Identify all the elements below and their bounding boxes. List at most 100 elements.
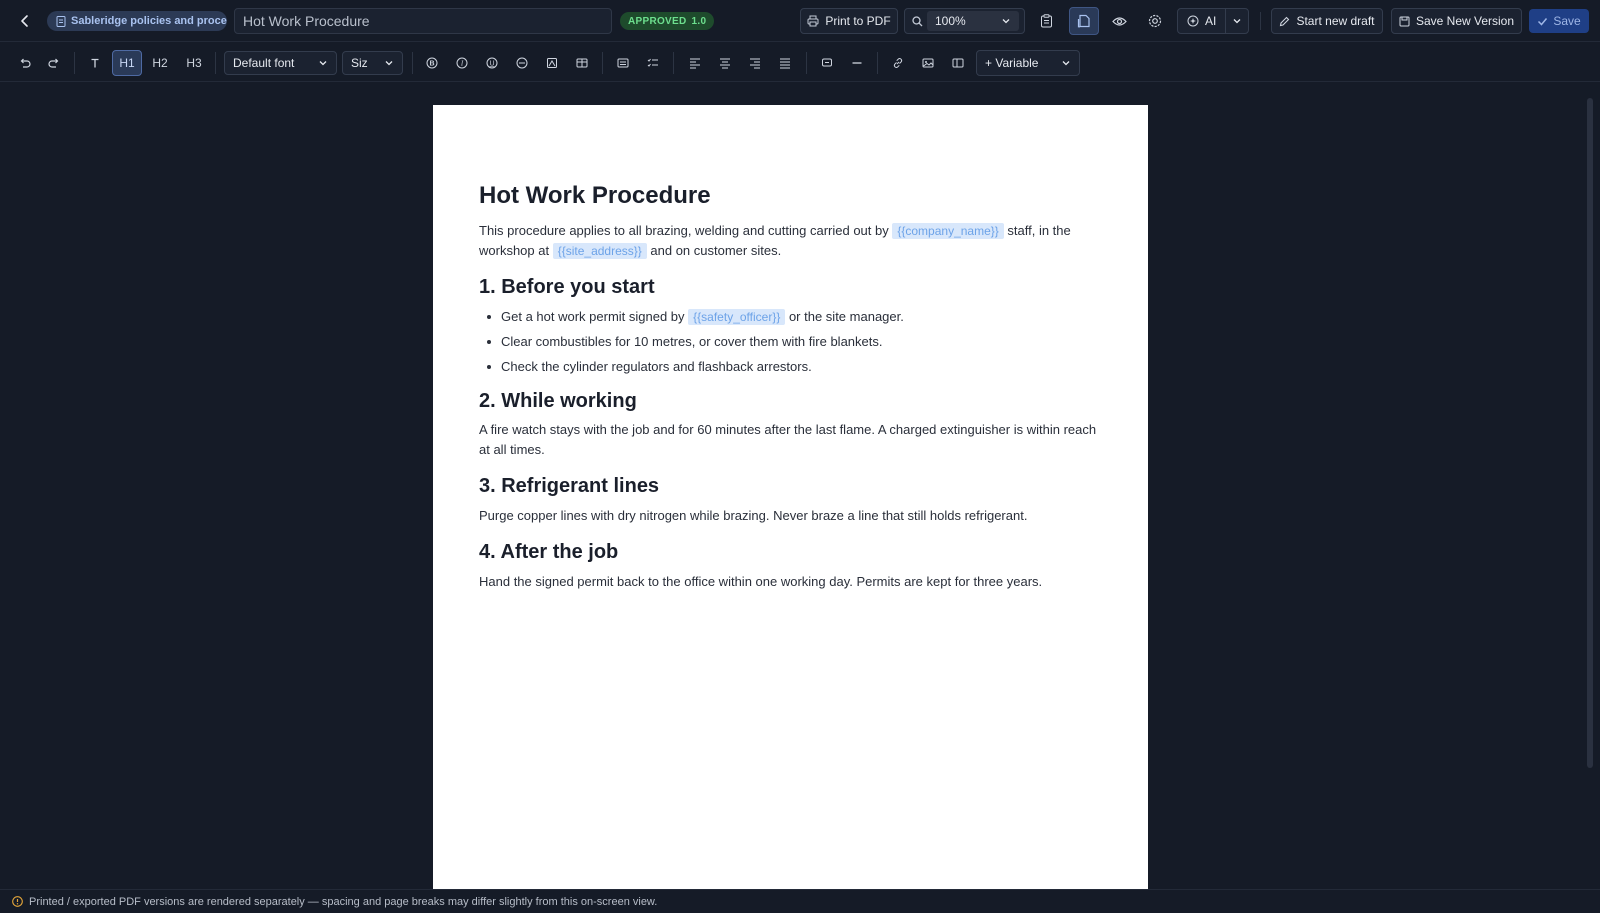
version-label: 1.0 [691, 15, 707, 27]
align-justify-button[interactable] [774, 52, 796, 74]
preview-button[interactable] [1106, 8, 1132, 34]
list-item-text: Clear combustibles for 10 metres, or cov… [501, 334, 883, 349]
list-item-text: Check the cylinder regulators and flashb… [501, 359, 812, 374]
save-new-version-button[interactable]: Save New Version [1391, 8, 1522, 34]
printer-icon [807, 15, 819, 27]
ai-label: AI [1205, 14, 1217, 28]
sparkle-icon [1187, 15, 1199, 27]
zoom-value: 100% [935, 14, 966, 28]
bold-button[interactable]: B [421, 52, 443, 74]
footer-notice: Printed / exported PDF versions are rend… [0, 889, 1600, 913]
image-button[interactable] [917, 52, 939, 74]
list-item-text: Get a hot work permit signed by [501, 309, 689, 324]
chevron-left-icon [18, 14, 32, 28]
align-center-icon [719, 57, 731, 69]
print-to-pdf-button[interactable]: Print to PDF [800, 8, 898, 34]
zoom-control: 100% [904, 8, 1025, 34]
font-value: Default font [233, 56, 295, 70]
strikethrough-button[interactable] [511, 52, 533, 74]
search-icon [912, 16, 923, 27]
section-paragraph: Hand the signed permit back to the offic… [479, 574, 1043, 589]
chevron-down-icon [1232, 16, 1242, 26]
save-button[interactable]: Save [1529, 9, 1589, 33]
bullet-list: Get a hot work permit signed by {{safety… [479, 307, 1109, 377]
heading-3-label: H3 [186, 56, 202, 70]
section-heading: 4. After the job [479, 541, 619, 563]
italic-icon: I [456, 57, 468, 69]
back-button[interactable] [15, 11, 35, 31]
comment-button[interactable] [816, 52, 838, 74]
start-new-draft-button[interactable]: Start new draft [1271, 8, 1383, 34]
divider [602, 52, 603, 74]
horizontal-rule-button[interactable] [846, 52, 868, 74]
highlight-button[interactable] [541, 52, 563, 74]
zoom-select[interactable]: 100% [927, 11, 1019, 31]
undo-button[interactable] [14, 52, 36, 74]
text-icon [89, 57, 101, 69]
columns-icon [952, 57, 964, 69]
save-new-version-label: Save New Version [1415, 14, 1515, 28]
highlight-icon [546, 57, 558, 69]
edit-mode-button[interactable] [1069, 7, 1099, 35]
settings-button[interactable] [1142, 8, 1168, 34]
align-right-button[interactable] [744, 52, 766, 74]
format-toolbar: H1 H2 H3 Default font Siz B I U + Variab… [0, 42, 1600, 82]
start-new-draft-label: Start new draft [1296, 14, 1375, 28]
align-left-icon [689, 57, 701, 69]
divider [673, 52, 674, 74]
document-page[interactable]: Hot Work Procedure This procedure applie… [433, 105, 1148, 889]
bullet-list-button[interactable] [612, 52, 634, 74]
section-paragraph: Purge copper lines with dry nitrogen whi… [479, 508, 1028, 523]
align-center-button[interactable] [714, 52, 736, 74]
align-right-icon [749, 57, 761, 69]
ai-menu-button[interactable] [1226, 8, 1248, 34]
variable-chip[interactable]: {{site_address}} [552, 243, 647, 259]
scrollbar[interactable] [1584, 82, 1596, 889]
font-size-select[interactable]: Siz [342, 51, 403, 75]
save-label: Save [1553, 14, 1581, 28]
heading-1-button[interactable]: H1 [112, 50, 142, 76]
italic-button[interactable]: I [451, 52, 473, 74]
link-button[interactable] [887, 52, 909, 74]
breadcrumb-label: Sableridge policies and proce [71, 15, 227, 27]
layout-button[interactable] [947, 52, 969, 74]
svg-text:I: I [460, 60, 464, 68]
checklist-icon [647, 57, 659, 69]
divider [877, 52, 878, 74]
font-select[interactable]: Default font [224, 51, 337, 75]
document-icon [56, 15, 66, 27]
redo-button[interactable] [43, 52, 65, 74]
insert-variable-select[interactable]: + Variable [976, 50, 1080, 76]
outline-button[interactable] [1033, 8, 1059, 34]
align-left-button[interactable] [684, 52, 706, 74]
list-item-text: or the site manager. [785, 309, 904, 324]
intro-paragraph: This procedure applies to all brazing, w… [479, 221, 1109, 261]
heading-2-button[interactable]: H2 [148, 52, 172, 74]
scrollbar-thumb[interactable] [1587, 98, 1593, 768]
print-to-pdf-label: Print to PDF [825, 14, 891, 28]
underline-button[interactable]: U [481, 52, 503, 74]
breadcrumb[interactable]: Sableridge policies and proce [47, 11, 227, 31]
chevron-down-icon [384, 58, 394, 68]
document-content[interactable]: Hot Work Procedure This procedure applie… [479, 181, 1109, 592]
document-heading: Hot Work Procedure [479, 182, 711, 209]
svg-text:U: U [489, 60, 494, 67]
eye-icon [1111, 16, 1127, 27]
heading-3-button[interactable]: H3 [182, 52, 206, 74]
chevron-down-icon [1061, 58, 1071, 68]
footer-notice-text: Printed / exported PDF versions are rend… [29, 895, 658, 908]
paragraph-button[interactable] [84, 52, 106, 74]
horizontal-rule-icon [851, 57, 863, 69]
table-button[interactable] [571, 52, 593, 74]
document-canvas[interactable]: Hot Work Procedure This procedure applie… [0, 82, 1600, 889]
divider [412, 52, 413, 74]
checklist-button[interactable] [642, 52, 664, 74]
status-badge: APPROVED 1.0 [620, 12, 715, 30]
variable-chip[interactable]: {{safety_officer}} [688, 309, 786, 325]
divider [215, 52, 216, 74]
intro-text-3: and on customer sites. [646, 243, 782, 258]
heading-1-label: H1 [119, 56, 135, 70]
strikethrough-icon [516, 57, 528, 69]
document-title-input[interactable] [234, 8, 612, 34]
variable-chip[interactable]: {{company_name}} [892, 223, 1004, 239]
